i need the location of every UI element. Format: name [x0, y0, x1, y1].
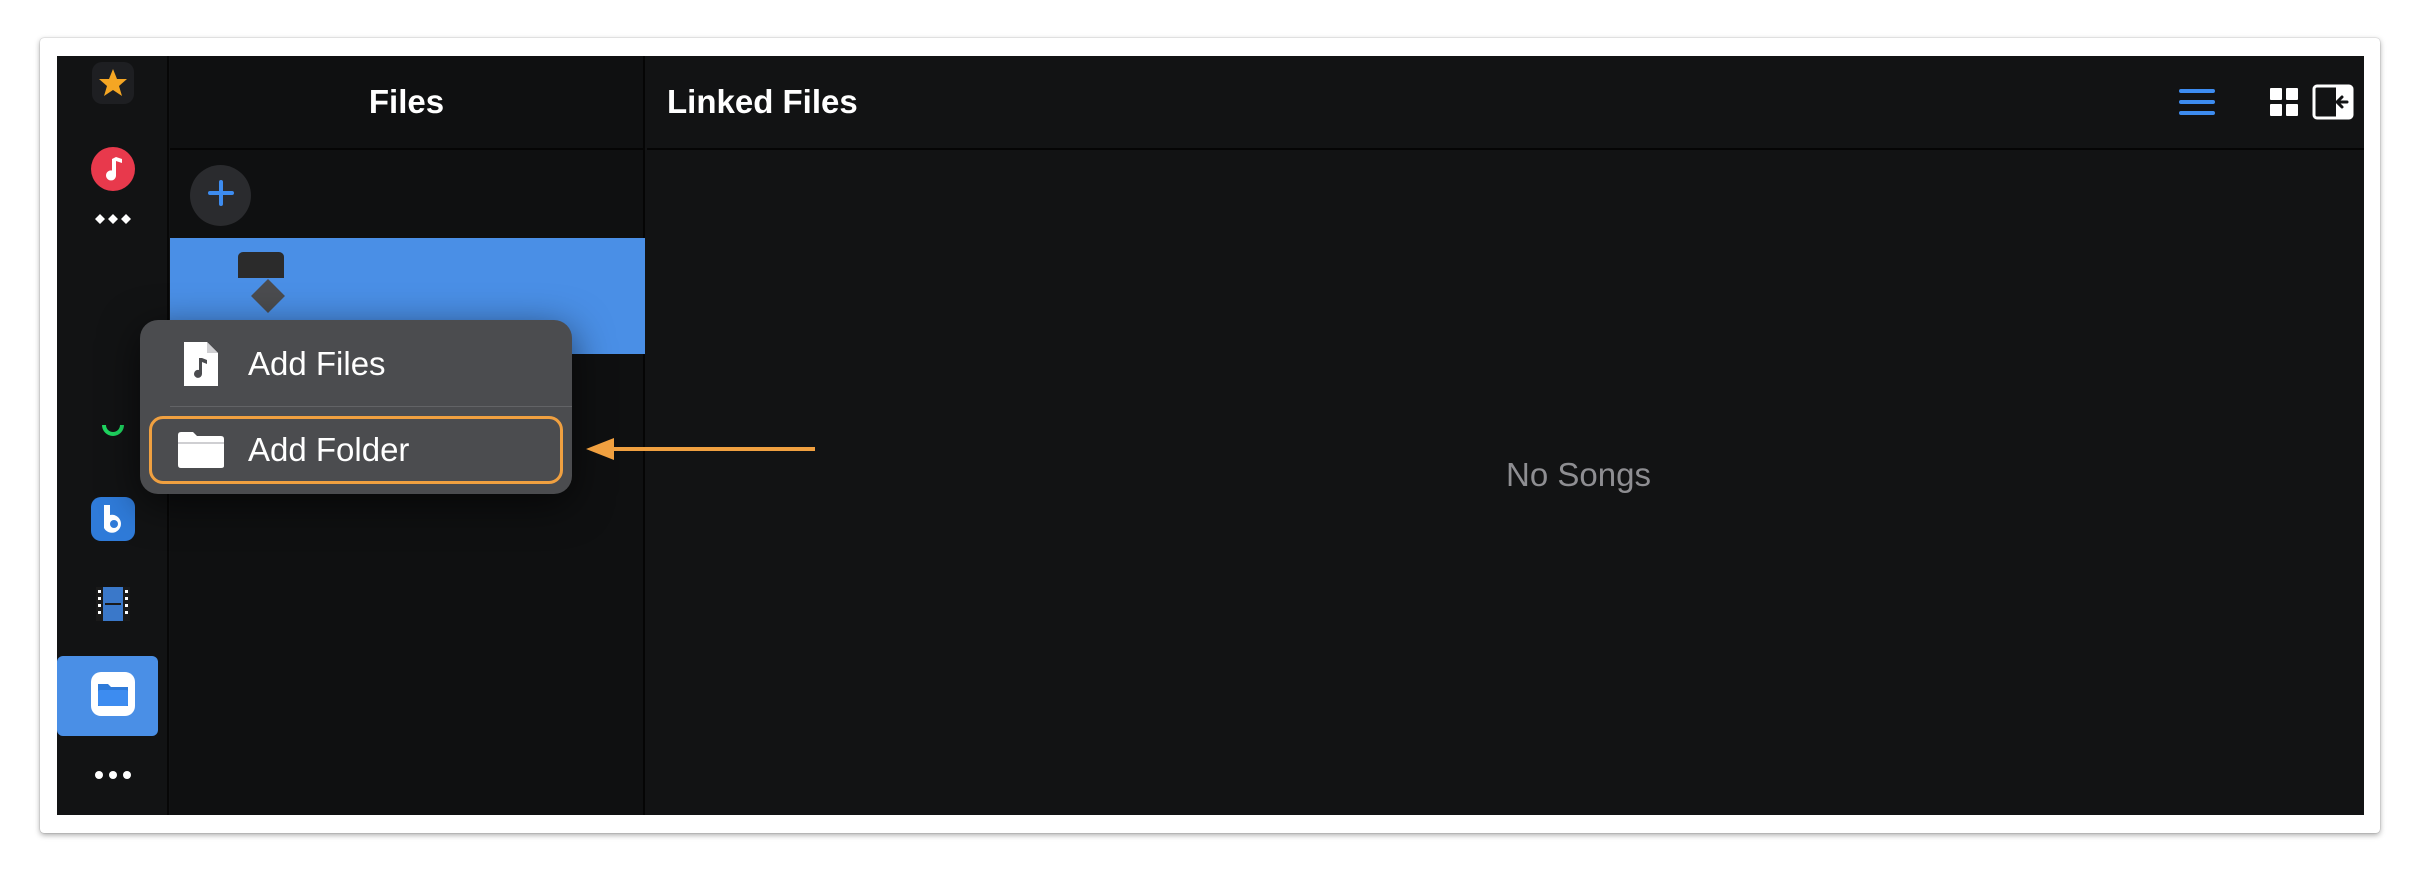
callout-arrow-icon	[584, 434, 816, 469]
rail-item-favorites[interactable]	[57, 60, 169, 110]
collapse-sidebar-button[interactable]	[2311, 82, 2355, 126]
rail-item-bandcamp[interactable]	[57, 496, 169, 546]
spotify-icon	[98, 419, 128, 448]
collapse-sidebar-icon	[2312, 84, 2354, 125]
files-icon	[90, 671, 136, 722]
rail-item-music[interactable]	[57, 146, 169, 196]
files-title: Files	[368, 83, 445, 120]
empty-state-label: No Songs	[1506, 456, 1651, 493]
empty-state: No Songs	[647, 456, 2364, 494]
grid-view-button[interactable]	[2262, 82, 2306, 126]
list-view-icon	[2179, 87, 2215, 122]
rail-item-more[interactable]	[57, 761, 169, 791]
add-button[interactable]	[190, 165, 251, 226]
list-view-button[interactable]	[2175, 82, 2219, 126]
add-menu-popover: Add Files Add Folder	[140, 320, 572, 494]
page-title: Linked Files	[667, 83, 858, 120]
main-header: Linked Files	[647, 56, 2364, 150]
files-header: Files	[170, 56, 643, 150]
more-icon	[93, 767, 133, 785]
rail-item-tidal[interactable]	[57, 206, 169, 240]
row-thumbnail	[238, 252, 284, 278]
music-icon	[91, 146, 135, 196]
rail-item-video[interactable]	[57, 581, 169, 631]
grid-view-icon	[2269, 87, 2299, 122]
plus-icon	[206, 178, 236, 213]
menu-item-label: Add Files	[248, 345, 386, 382]
menu-item-add-files[interactable]: Add Files	[140, 322, 572, 406]
tidal-icon	[93, 211, 133, 236]
main-pane: Linked Files No Songs	[647, 56, 2364, 815]
bandcamp-icon	[90, 496, 136, 547]
highlight-outline	[149, 416, 563, 484]
star-icon	[91, 61, 135, 110]
video-icon	[93, 584, 133, 629]
menu-divider	[170, 406, 572, 407]
music-document-icon	[170, 340, 232, 388]
rail-item-files[interactable]	[57, 671, 169, 721]
app-window: Files Linked Files No Songs Add Files Ad…	[57, 56, 2364, 815]
